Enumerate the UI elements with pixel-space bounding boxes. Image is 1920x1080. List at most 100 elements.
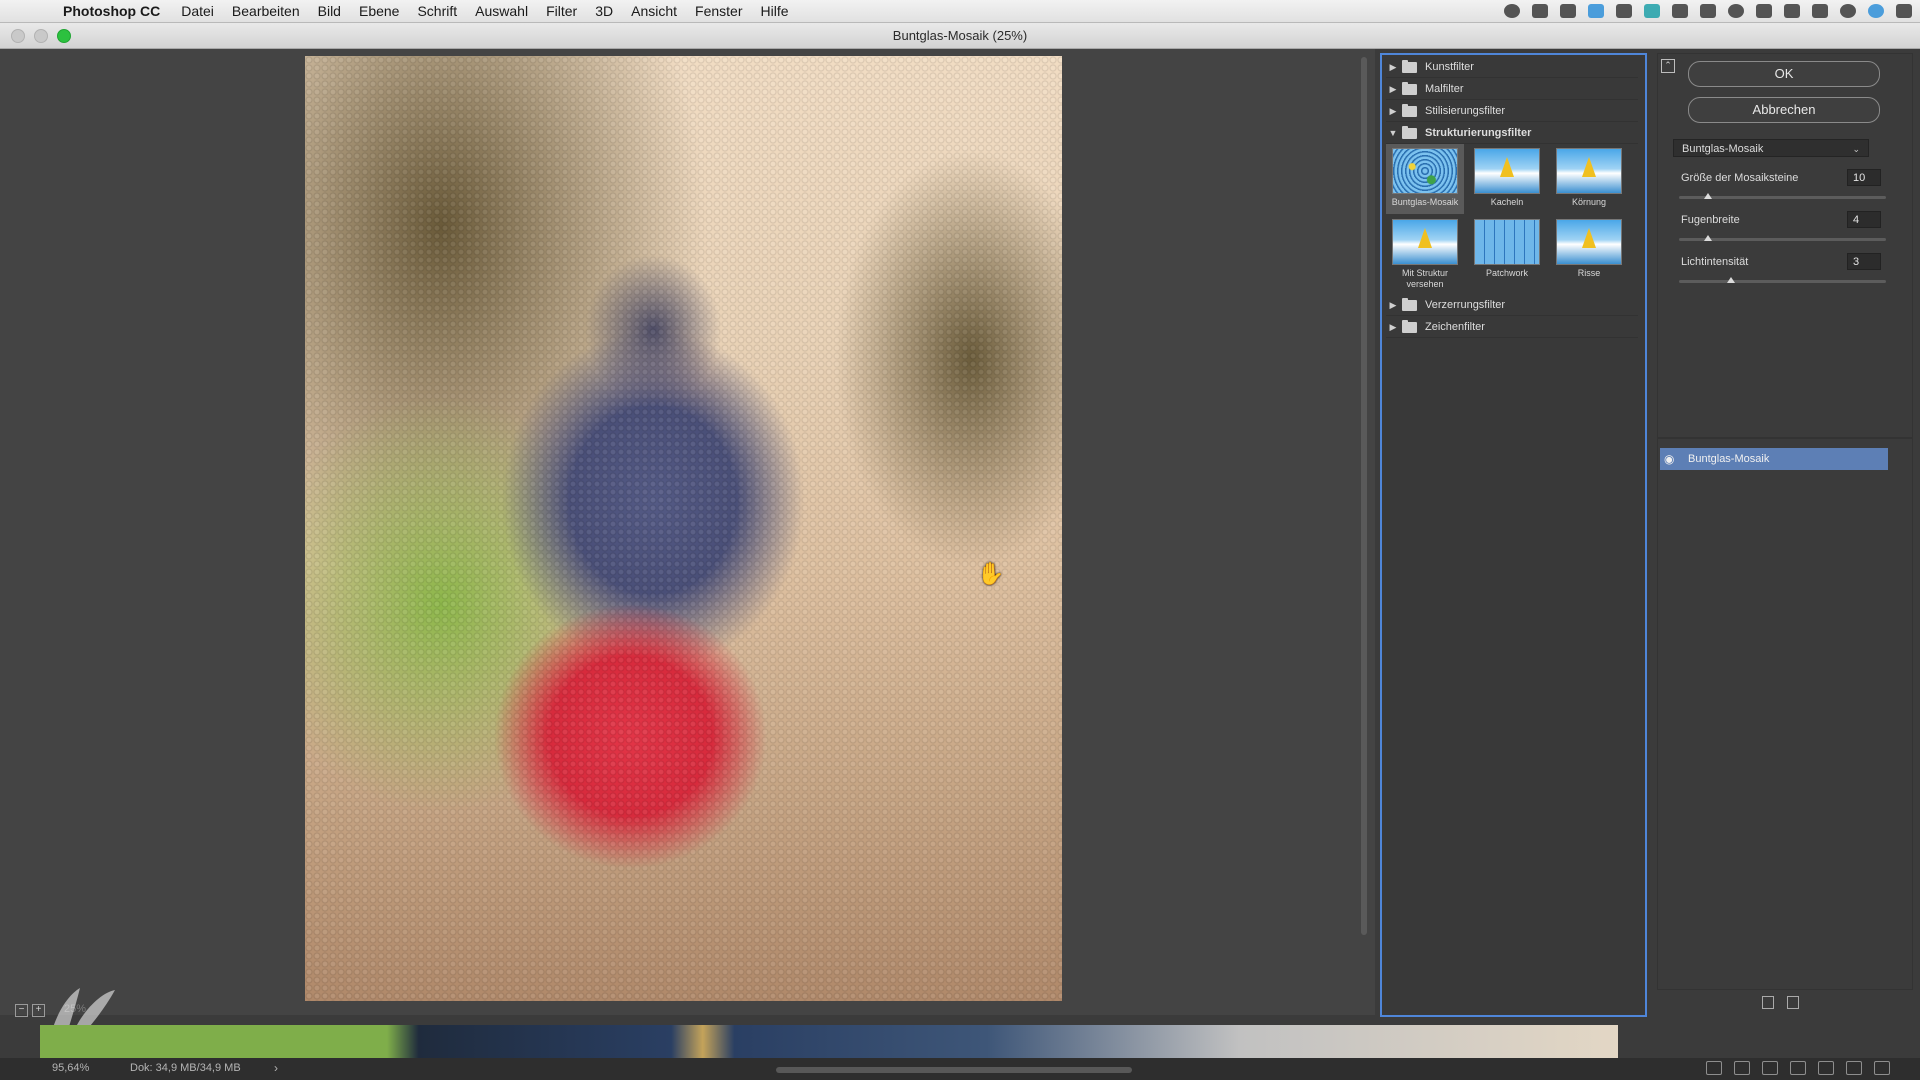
expand-triangle-icon[interactable]: ▶ <box>1386 62 1400 73</box>
menu-bearbeiten[interactable]: Bearbeiten <box>223 0 309 22</box>
expand-triangle-icon[interactable]: ▶ <box>1386 84 1400 95</box>
filter-thumbnail-image <box>1556 219 1622 265</box>
filter-thumb-risse[interactable]: Risse <box>1550 215 1628 285</box>
filter-gallery-panel: ▶ Kunstfilter ▶ Malfilter ▶ Stilisierung… <box>1380 53 1647 1017</box>
bluetooth-icon[interactable] <box>1756 4 1772 18</box>
preview-image[interactable] <box>305 56 1062 1001</box>
menu-schrift[interactable]: Schrift <box>408 0 466 22</box>
hand-cursor-icon: ✋ <box>977 561 1005 586</box>
filter-select-value: Buntglas-Mosaik <box>1682 143 1764 155</box>
time-machine-icon[interactable] <box>1728 4 1744 18</box>
collapse-gallery-icon[interactable]: ⌃ <box>1661 59 1675 73</box>
param-input-lichtintensitaet[interactable]: 3 <box>1847 253 1881 270</box>
status-bar: 95,64% Dok: 34,9 MB/34,9 MB › <box>0 1058 1920 1080</box>
category-zeichenfilter[interactable]: ▶ Zeichenfilter <box>1386 317 1638 338</box>
chevron-down-icon: ⌄ <box>1852 144 1860 154</box>
category-label: Kunstfilter <box>1425 61 1474 73</box>
category-verzerrungsfilter[interactable]: ▶ Verzerrungsfilter <box>1386 295 1638 316</box>
trash-icon[interactable] <box>1874 1061 1890 1075</box>
slider-thumb-mosaiksteine[interactable] <box>1703 193 1712 199</box>
filter-thumb-kacheln[interactable]: Kacheln <box>1468 144 1546 214</box>
new-effect-layer-icon[interactable] <box>1762 996 1774 1009</box>
grid-icon[interactable] <box>1672 4 1688 18</box>
category-label: Verzerrungsfilter <box>1425 299 1506 311</box>
status-zoom[interactable]: 95,64% <box>52 1062 89 1074</box>
menu-auswahl[interactable]: Auswahl <box>466 0 537 22</box>
layer-mask-icon[interactable] <box>1762 1061 1778 1075</box>
filter-thumb-label: Buntglas-Mosaik <box>1391 197 1459 207</box>
creative-cloud-icon[interactable] <box>1532 4 1548 18</box>
preview-area[interactable]: ✋ − + 25% <box>0 49 1375 1017</box>
notification-icon[interactable] <box>1700 4 1716 18</box>
filter-thumb-mit-struktur-versehen[interactable]: Mit Struktur versehen <box>1386 215 1464 293</box>
category-stilisierungsfilter[interactable]: ▶ Stilisierungsfilter <box>1386 101 1638 122</box>
expand-triangle-icon[interactable]: ▶ <box>1386 322 1400 333</box>
airplay-icon[interactable] <box>1812 4 1828 18</box>
expand-triangle-icon[interactable]: ▶ <box>1386 300 1400 311</box>
filter-thumbnail-image <box>1556 148 1622 194</box>
category-strukturierungsfilter[interactable]: ▼ Strukturierungsfilter <box>1386 123 1638 144</box>
filter-thumb-koernung[interactable]: Körnung <box>1550 144 1628 214</box>
menu-datei[interactable]: Datei <box>172 0 223 22</box>
filter-thumb-label: Risse <box>1577 268 1601 278</box>
category-label: Zeichenfilter <box>1425 321 1485 333</box>
filter-thumb-buntglas-mosaik[interactable]: Buntglas-Mosaik <box>1386 144 1464 214</box>
menu-ebene[interactable]: Ebene <box>350 0 408 22</box>
menu-3d[interactable]: 3D <box>586 0 622 22</box>
param-input-mosaiksteine[interactable]: 10 <box>1847 169 1881 186</box>
filter-thumb-label: Patchwork <box>1485 268 1529 278</box>
param-input-fugenbreite[interactable]: 4 <box>1847 211 1881 228</box>
zoom-out-button[interactable]: − <box>15 1004 28 1017</box>
effect-layer-row[interactable]: ◉ Buntglas-Mosaik <box>1660 448 1888 470</box>
status-menu-arrow[interactable]: › <box>274 1061 278 1075</box>
category-kunstfilter[interactable]: ▶ Kunstfilter <box>1386 57 1638 78</box>
record-icon[interactable] <box>1504 4 1520 18</box>
menu-hilfe[interactable]: Hilfe <box>752 0 798 22</box>
window-title: Buntglas-Mosaik (25%) <box>892 28 1028 43</box>
filter-thumbnail-image <box>1474 219 1540 265</box>
filter-thumb-label: Mit Struktur versehen <box>1401 268 1448 289</box>
folder-icon <box>1402 59 1417 73</box>
ok-button[interactable]: OK <box>1688 61 1880 87</box>
link-layers-icon[interactable] <box>1706 1061 1722 1075</box>
fx-icon[interactable] <box>1734 1061 1750 1075</box>
menu-fenster[interactable]: Fenster <box>686 0 751 22</box>
wifi-icon[interactable] <box>1784 4 1800 18</box>
menu-bild[interactable]: Bild <box>309 0 350 22</box>
menu-filter[interactable]: Filter <box>537 0 586 22</box>
search-icon[interactable] <box>1840 4 1856 18</box>
folder-icon[interactable] <box>1616 4 1632 18</box>
filter-select-dropdown[interactable]: Buntglas-Mosaik ⌄ <box>1673 139 1869 157</box>
notification-center-icon[interactable] <box>1896 4 1912 18</box>
sync-icon[interactable] <box>1644 4 1660 18</box>
expand-triangle-icon[interactable]: ▶ <box>1386 106 1400 117</box>
new-group-icon[interactable] <box>1818 1061 1834 1075</box>
effect-layer-label: Buntglas-Mosaik <box>1688 453 1770 465</box>
slider-track-lichtintensitaet[interactable] <box>1679 280 1886 283</box>
category-malfilter[interactable]: ▶ Malfilter <box>1386 79 1638 100</box>
preview-vertical-scrollbar[interactable] <box>1361 57 1367 935</box>
filter-thumb-patchwork[interactable]: Patchwork <box>1468 215 1546 285</box>
folder-icon <box>1402 125 1417 139</box>
delete-effect-layer-icon[interactable] <box>1787 996 1799 1009</box>
image-strip <box>40 1025 1618 1058</box>
display-icon[interactable] <box>1560 4 1576 18</box>
siri-icon[interactable] <box>1868 4 1884 18</box>
menu-app-name[interactable]: Photoshop CC <box>54 0 172 22</box>
folder-icon <box>1402 297 1417 311</box>
folder-icon <box>1402 103 1417 117</box>
category-label: Strukturierungsfilter <box>1425 127 1532 139</box>
collapse-triangle-icon[interactable]: ▼ <box>1386 128 1400 138</box>
adjustment-layer-icon[interactable] <box>1790 1061 1806 1075</box>
folder-icon <box>1402 81 1417 95</box>
dropbox-icon[interactable] <box>1588 4 1604 18</box>
slider-thumb-lichtintensitaet[interactable] <box>1726 277 1735 283</box>
eye-visibility-icon[interactable]: ◉ <box>1664 448 1674 470</box>
layer-panel-icons <box>1706 1061 1890 1075</box>
param-label-fugenbreite: Fugenbreite <box>1681 214 1740 226</box>
slider-thumb-fugenbreite[interactable] <box>1703 235 1712 241</box>
menu-ansicht[interactable]: Ansicht <box>622 0 686 22</box>
new-layer-icon[interactable] <box>1846 1061 1862 1075</box>
horizontal-scrollbar[interactable] <box>776 1067 1132 1073</box>
cancel-button[interactable]: Abbrechen <box>1688 97 1880 123</box>
